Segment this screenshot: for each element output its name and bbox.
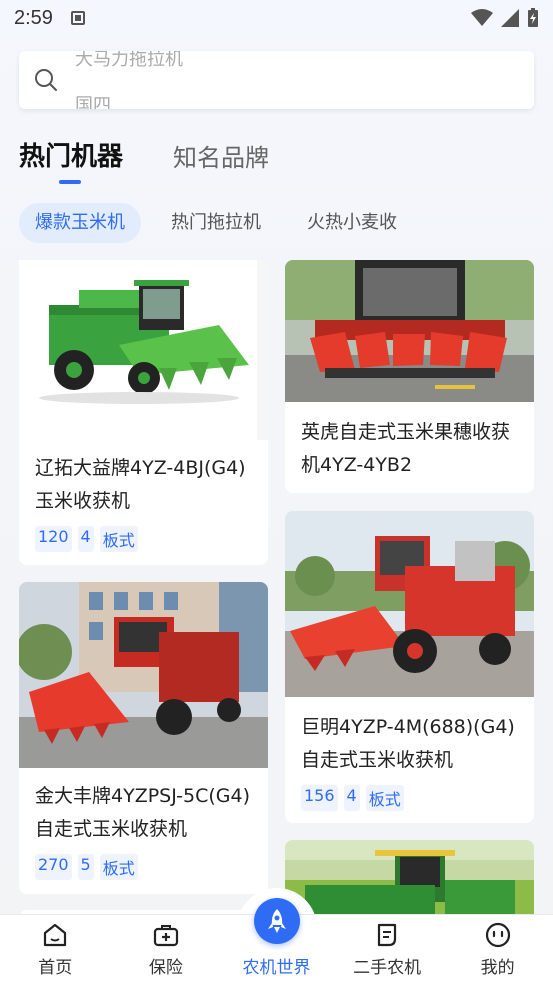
search-placeholder-bottom: 国四	[75, 95, 111, 109]
category-chips: 爆款玉米机 热门拖拉机 火热小麦收	[19, 203, 413, 243]
search-input[interactable]: 大马力拖拉机 国四	[19, 51, 534, 109]
rocket-button[interactable]	[254, 898, 300, 944]
tag-horsepower: 156	[301, 785, 338, 811]
home-icon	[44, 923, 67, 947]
tag-type: 板式	[99, 526, 138, 552]
insurance-kit-icon	[153, 925, 178, 947]
wifi-icon	[471, 9, 493, 26]
search-placeholder-ticker: 大马力拖拉机 国四	[75, 51, 534, 109]
product-card[interactable]	[285, 840, 534, 915]
red-corn-harvester-image	[19, 582, 268, 768]
nav-used-machinery[interactable]: 二手农机	[332, 915, 443, 984]
product-tags: 120 4 板式	[19, 526, 268, 552]
product-card[interactable]: 英虎自走式玉米果穗收获机4YZ-4YB2	[285, 260, 534, 493]
product-card[interactable]: 巨明4YZP-4M(688)(G4)自走式玉米收获机 156 4 板式	[285, 511, 534, 823]
sim-icon	[70, 11, 85, 25]
chip-corn-harvesters[interactable]: 爆款玉米机	[19, 203, 141, 243]
tab-hot-machines[interactable]: 热门机器	[19, 136, 123, 173]
profile-face-icon	[485, 922, 510, 948]
tag-horsepower: 270	[35, 854, 72, 880]
tag-horsepower: 120	[35, 526, 72, 552]
rocket-icon	[268, 909, 286, 933]
tag-type: 板式	[99, 854, 138, 880]
search-icon	[35, 69, 57, 91]
tag-rows: 4	[77, 526, 94, 552]
product-title: 金大丰牌4YZPSJ-5C(G4)自走式玉米收获机	[35, 785, 251, 840]
red-corn-header-image	[285, 260, 534, 402]
tag-type: 板式	[365, 785, 404, 811]
nav-home[interactable]: 首页	[0, 915, 111, 984]
nav-insurance-label: 保险	[148, 958, 183, 978]
nav-insurance[interactable]: 保险	[111, 915, 222, 984]
status-bar: 2:59	[0, 0, 553, 36]
active-tab-indicator	[59, 180, 81, 184]
nav-used-machinery-label: 二手农机	[353, 958, 422, 978]
green-corn-harvester-image	[19, 260, 268, 440]
product-card[interactable]: 辽拓大益牌4YZ-4BJ(G4)玉米收获机 120 4 板式	[19, 260, 268, 565]
product-card[interactable]: 金大丰牌4YZPSJ-5C(G4)自走式玉米收获机 270 5 板式	[19, 582, 268, 894]
nav-profile-label: 我的	[480, 958, 515, 978]
battery-icon	[528, 8, 538, 27]
nav-machinery-world-label: 农机世界	[242, 958, 311, 978]
main-tabs: 热门机器 知名品牌	[19, 136, 269, 173]
product-tags: 156 4 板式	[285, 785, 534, 811]
tab-famous-brands[interactable]: 知名品牌	[173, 138, 269, 173]
cell-signal-icon	[501, 9, 519, 27]
status-time: 2:59	[14, 6, 53, 29]
green-harvester-field-image	[285, 840, 534, 915]
tag-rows: 5	[77, 854, 94, 880]
product-title: 辽拓大益牌4YZ-4BJ(G4)玉米收获机	[35, 457, 246, 512]
product-title: 英虎自走式玉米果穗收获机4YZ-4YB2	[301, 421, 511, 476]
red-corn-harvester-side-image	[285, 511, 534, 697]
product-grid: 辽拓大益牌4YZ-4BJ(G4)玉米收获机 120 4 板式 英虎自走式玉米果穗…	[0, 260, 553, 915]
product-tags: 270 5 板式	[19, 854, 268, 880]
product-title: 巨明4YZP-4M(688)(G4)自走式玉米收获机	[301, 716, 515, 771]
nav-profile[interactable]: 我的	[442, 915, 553, 984]
tag-rows: 4	[343, 785, 360, 811]
chip-wheat-harvesters[interactable]: 火热小麦收	[291, 203, 413, 243]
search-placeholder-top: 大马力拖拉机	[75, 51, 183, 70]
nav-home-label: 首页	[38, 958, 73, 978]
chip-tractors[interactable]: 热门拖拉机	[155, 203, 277, 243]
used-machinery-icon	[377, 923, 397, 947]
